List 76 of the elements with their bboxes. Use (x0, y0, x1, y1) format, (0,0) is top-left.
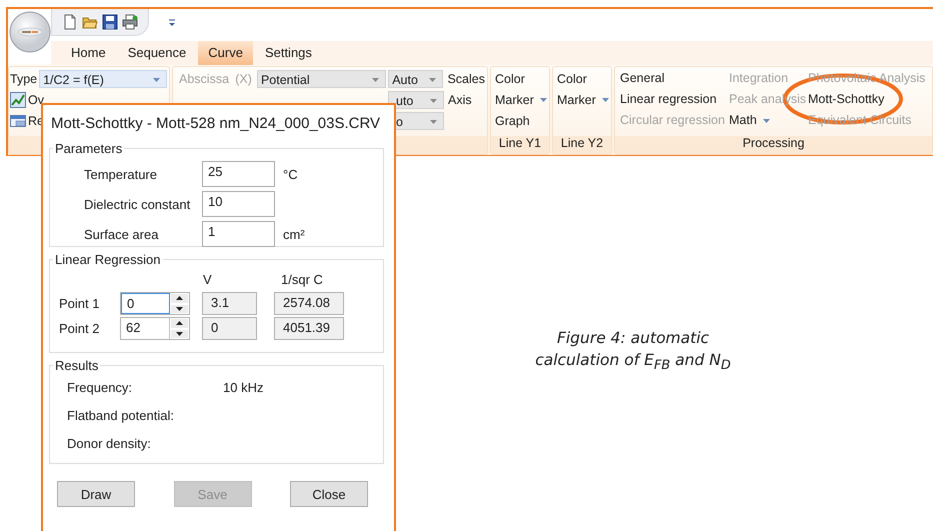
result-value: 10 kHz (223, 380, 264, 394)
spin-up-button[interactable] (170, 293, 189, 304)
chart-icon (10, 92, 26, 108)
ribbon-item[interactable]: Graph (495, 114, 530, 128)
dialog-button[interactable]: Close (290, 481, 368, 507)
dropdown-arrow-icon (153, 78, 160, 82)
spin-down-button[interactable] (170, 328, 189, 339)
caret-down-icon (176, 332, 183, 336)
scale-dropdown[interactable]: uto (388, 90, 444, 108)
ribbon-item[interactable]: Marker (557, 92, 609, 106)
unit-label: °C (283, 166, 298, 182)
result-label: Donor density: (67, 436, 152, 450)
readonly-field: 4051.39 (274, 317, 344, 340)
group-box-title: Linear Regression (54, 252, 162, 267)
ribbon-item[interactable]: Mott-Schottky (808, 89, 928, 110)
readonly-field: 2574.08 (274, 292, 344, 315)
dropdown-arrow-icon (602, 98, 609, 102)
readonly-field: 3.1 (202, 292, 257, 315)
unit-label: cm² (283, 226, 305, 242)
dropdown-arrow-icon (762, 118, 770, 123)
field-label: Dielectric constant (84, 196, 192, 212)
ribbon-item[interactable]: Color (557, 72, 587, 86)
input-field[interactable]: 1 (202, 221, 275, 247)
group-caption: Line Y1 (498, 136, 542, 150)
ribbon-item[interactable]: Linear regression (620, 89, 729, 110)
point-label: Point 2 (58, 321, 100, 336)
dropdown-arrow-icon (540, 98, 547, 102)
scale-dropdown[interactable]: Auto (388, 70, 444, 88)
spin-field[interactable]: 0 (121, 293, 170, 314)
new-document-icon[interactable] (62, 14, 78, 30)
input-field[interactable]: 10 (202, 191, 275, 217)
result-label: Frequency: (67, 380, 134, 394)
result-label: Flatband potential: (67, 408, 175, 422)
readonly-field: 0 (202, 317, 257, 340)
type-dropdown[interactable]: 1/C2 = f(E) (39, 70, 167, 88)
ribbon-item[interactable]: General (620, 68, 729, 89)
column-header: V (203, 272, 213, 286)
dialog-button[interactable]: Draw (57, 481, 135, 507)
dropdown-arrow-icon (372, 78, 380, 82)
spin-up-button[interactable] (170, 318, 189, 328)
group-box-title: Results (54, 358, 100, 373)
ribbon-item[interactable]: Math (729, 110, 808, 131)
caret-up-icon (176, 296, 183, 300)
field-label: Temperature (84, 166, 158, 182)
ribbon-item[interactable]: Ov (28, 92, 44, 106)
window-icon (10, 112, 26, 128)
dialog-title: Mott-Schottky - Mott-528 nm_N24_000_03S.CRV (50, 114, 382, 134)
ribbon-item[interactable]: Color (495, 72, 525, 86)
dropdown-arrow-icon (430, 120, 437, 124)
ribbon-item[interactable]: Scales (447, 72, 485, 86)
field-label: Surface area (84, 226, 160, 242)
customize-menu-icon[interactable] (168, 19, 176, 27)
figure-caption: Figure 4: automatic calculation of E$_{FB}$ and N$_{D}$ (534, 328, 732, 376)
axis-letter-label: (X) (235, 72, 253, 86)
column-header: 1/sqr C (281, 272, 323, 286)
abscissa-label: Abscissa (179, 72, 230, 86)
type-label: Type (10, 72, 38, 86)
dropdown-arrow-icon (429, 78, 436, 82)
ribbon-tab[interactable]: Curve (198, 41, 253, 65)
ribbon-tab[interactable]: Home (61, 41, 116, 65)
ribbon-item[interactable]: Axis (448, 92, 472, 106)
ribbon-item[interactable]: Marker (495, 92, 547, 106)
caret-down-icon (176, 306, 183, 311)
dropdown-arrow-icon (430, 98, 437, 102)
group-caption: Processing (742, 136, 804, 150)
ribbon-tab[interactable]: Settings (254, 41, 322, 65)
point-label: Point 1 (58, 296, 100, 311)
spin-down-button[interactable] (170, 304, 189, 314)
ribbon-tab[interactable]: Sequence (118, 41, 196, 65)
printer-icon[interactable] (122, 14, 138, 30)
input-field[interactable]: 25 (202, 161, 275, 187)
save-icon[interactable] (102, 14, 118, 30)
group-box-title: Parameters (54, 141, 124, 156)
abscissa-dropdown[interactable]: Potential (256, 70, 386, 88)
group-caption: Line Y2 (560, 136, 604, 150)
caret-up-icon (176, 321, 183, 326)
